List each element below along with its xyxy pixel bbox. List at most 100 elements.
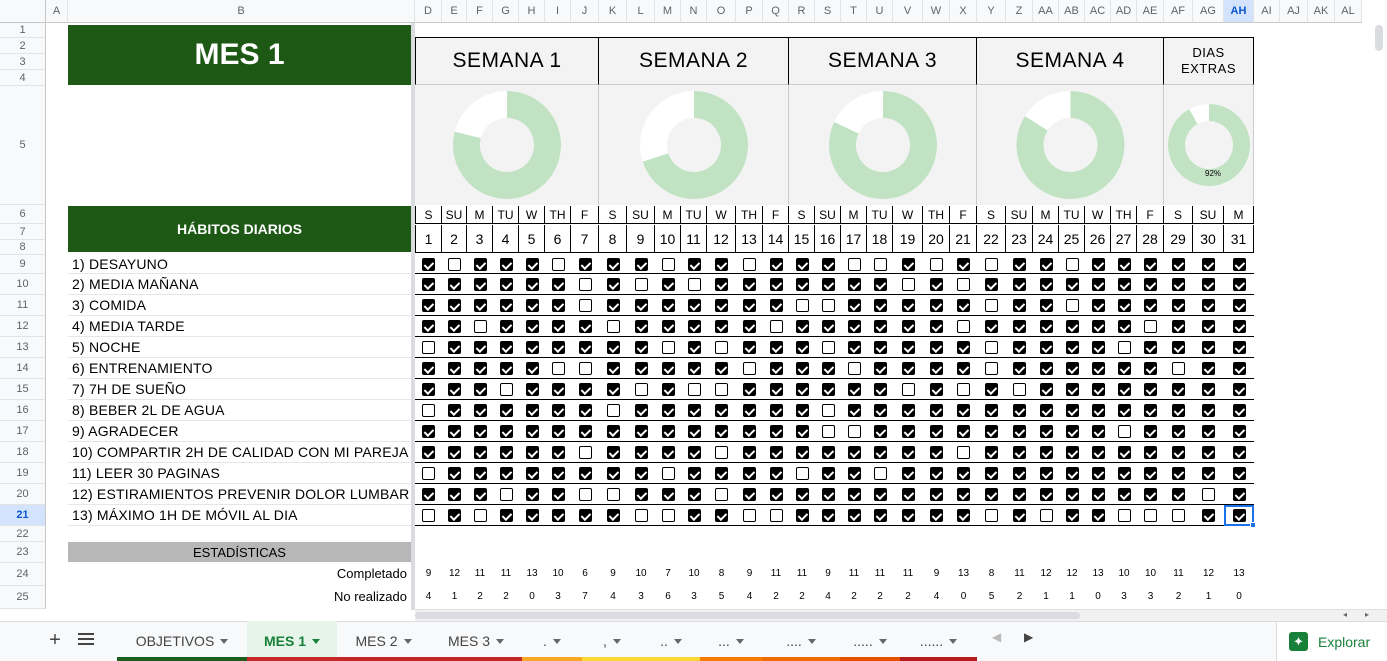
column-header-q[interactable]: Q: [763, 0, 789, 23]
column-header-s[interactable]: S: [815, 0, 841, 23]
habit-13-day-13-checkbox[interactable]: [743, 509, 756, 522]
habit-11-day-7-checkbox[interactable]: [578, 467, 592, 480]
habit-8-day-9-checkbox[interactable]: [634, 404, 648, 417]
row-header-15[interactable]: 15: [0, 379, 46, 400]
habit-7-day-9-checkbox[interactable]: [634, 383, 648, 396]
habit-4-day-11-checkbox[interactable]: [687, 320, 701, 333]
habit-13-day-3-checkbox[interactable]: [473, 509, 487, 522]
habit-6-day-18-checkbox[interactable]: [873, 362, 887, 375]
habit-1-day-16-checkbox[interactable]: [821, 258, 835, 271]
habit-2-day-10-checkbox[interactable]: [661, 278, 675, 291]
habit-6-day-10-checkbox[interactable]: [661, 362, 675, 375]
habit-13-day-1-checkbox[interactable]: [422, 509, 435, 522]
habit-3-day-16-checkbox[interactable]: [821, 299, 835, 312]
column-header-o[interactable]: O: [707, 0, 736, 23]
habit-7-day-2-checkbox[interactable]: [448, 383, 461, 396]
habit-2-day-22-checkbox[interactable]: [985, 278, 998, 291]
habit-10-day-2-checkbox[interactable]: [448, 446, 461, 459]
habit-8-day-4-checkbox[interactable]: [499, 404, 513, 417]
column-header-ah[interactable]: AH: [1224, 0, 1254, 23]
habit-12-day-14-checkbox[interactable]: [769, 488, 783, 501]
row-header-7[interactable]: 7: [0, 224, 46, 240]
habit-9-day-21-checkbox[interactable]: [957, 425, 970, 438]
habit-2-day-18-checkbox[interactable]: [873, 278, 887, 291]
habit-7-day-25-checkbox[interactable]: [1065, 383, 1079, 396]
habit-12-day-8-checkbox[interactable]: [606, 488, 620, 501]
habit-12-day-24-checkbox[interactable]: [1039, 488, 1053, 501]
habit-5-day-8-checkbox[interactable]: [606, 341, 620, 354]
habit-9-day-14-checkbox[interactable]: [769, 425, 783, 438]
habit-8-day-13-checkbox[interactable]: [743, 404, 756, 417]
habit-8-day-15-checkbox[interactable]: [795, 404, 809, 417]
column-header-n[interactable]: N: [681, 0, 707, 23]
habit-5-day-10-checkbox[interactable]: [661, 341, 675, 354]
habit-11-day-10-checkbox[interactable]: [661, 467, 675, 480]
column-header-al[interactable]: AL: [1335, 0, 1362, 23]
column-header-b[interactable]: B: [68, 0, 415, 23]
fill-handle[interactable]: [1250, 522, 1256, 528]
chevron-down-icon[interactable]: [807, 638, 816, 644]
habit-1-day-13-checkbox[interactable]: [743, 258, 756, 271]
habit-1-day-14-checkbox[interactable]: [769, 258, 783, 271]
habit-1-day-28-checkbox[interactable]: [1144, 258, 1157, 271]
habit-3-day-1-checkbox[interactable]: [422, 299, 435, 312]
habit-6-day-8-checkbox[interactable]: [606, 362, 620, 375]
habit-8-day-26-checkbox[interactable]: [1091, 404, 1105, 417]
habit-2-day-9-checkbox[interactable]: [634, 278, 648, 291]
habit-4-day-28-checkbox[interactable]: [1144, 320, 1157, 333]
habit-7-day-18-checkbox[interactable]: [873, 383, 887, 396]
habit-3-day-10-checkbox[interactable]: [661, 299, 675, 312]
habit-5-day-16-checkbox[interactable]: [821, 341, 835, 354]
habit-2-day-13-checkbox[interactable]: [743, 278, 756, 291]
habit-3-day-27-checkbox[interactable]: [1117, 299, 1131, 312]
habit-4-day-6-checkbox[interactable]: [551, 320, 565, 333]
habit-13-day-26-checkbox[interactable]: [1091, 509, 1105, 522]
habit-13-day-25-checkbox[interactable]: [1065, 509, 1079, 522]
habit-3-day-7-checkbox[interactable]: [578, 299, 592, 312]
sheet-tab-1[interactable]: OBJETIVOS: [117, 621, 247, 661]
habit-8-day-2-checkbox[interactable]: [448, 404, 461, 417]
habit-5-day-24-checkbox[interactable]: [1039, 341, 1053, 354]
habit-2-day-15-checkbox[interactable]: [795, 278, 809, 291]
habit-8-day-19-checkbox[interactable]: [901, 404, 915, 417]
sheet-tab-5[interactable]: .: [522, 621, 582, 661]
habit-8-day-20-checkbox[interactable]: [930, 404, 943, 417]
habit-7-day-3-checkbox[interactable]: [473, 383, 487, 396]
habit-9-day-1-checkbox[interactable]: [422, 425, 435, 438]
habit-2-day-21-checkbox[interactable]: [957, 278, 970, 291]
habit-2-day-17-checkbox[interactable]: [847, 278, 861, 291]
row-header-20[interactable]: 20: [0, 484, 46, 505]
tab-scroll-right-icon[interactable]: ▶: [1024, 630, 1036, 648]
habit-10-day-19-checkbox[interactable]: [901, 446, 915, 459]
habit-10-day-13-checkbox[interactable]: [743, 446, 756, 459]
habit-5-day-4-checkbox[interactable]: [499, 341, 513, 354]
habit-4-day-9-checkbox[interactable]: [634, 320, 648, 333]
habit-13-day-5-checkbox[interactable]: [525, 509, 539, 522]
column-header-af[interactable]: AF: [1164, 0, 1193, 23]
habit-1-day-21-checkbox[interactable]: [957, 258, 970, 271]
habit-10-day-22-checkbox[interactable]: [985, 446, 998, 459]
habit-10-day-17-checkbox[interactable]: [847, 446, 861, 459]
column-header-l[interactable]: L: [627, 0, 655, 23]
habit-13-day-8-checkbox[interactable]: [606, 509, 620, 522]
habit-8-day-31-checkbox[interactable]: [1232, 404, 1246, 417]
row-header-14[interactable]: 14: [0, 358, 46, 379]
habit-13-day-6-checkbox[interactable]: [551, 509, 565, 522]
row-header-13[interactable]: 13: [0, 337, 46, 358]
habit-2-day-28-checkbox[interactable]: [1144, 278, 1157, 291]
habit-10-day-7-checkbox[interactable]: [578, 446, 592, 459]
habit-8-day-18-checkbox[interactable]: [873, 404, 887, 417]
column-header-e[interactable]: E: [442, 0, 467, 23]
habit-11-day-25-checkbox[interactable]: [1065, 467, 1079, 480]
habit-7-day-27-checkbox[interactable]: [1117, 383, 1131, 396]
habit-12-day-6-checkbox[interactable]: [551, 488, 565, 501]
habit-11-day-24-checkbox[interactable]: [1039, 467, 1053, 480]
habit-9-day-15-checkbox[interactable]: [795, 425, 809, 438]
habit-6-day-26-checkbox[interactable]: [1091, 362, 1105, 375]
habit-4-day-17-checkbox[interactable]: [847, 320, 861, 333]
sheet-tab-6[interactable]: ,: [582, 621, 642, 661]
row-header-2[interactable]: 2: [0, 38, 46, 54]
habit-13-day-9-checkbox[interactable]: [634, 509, 648, 522]
habit-5-day-9-checkbox[interactable]: [634, 341, 648, 354]
habit-9-day-28-checkbox[interactable]: [1144, 425, 1157, 438]
